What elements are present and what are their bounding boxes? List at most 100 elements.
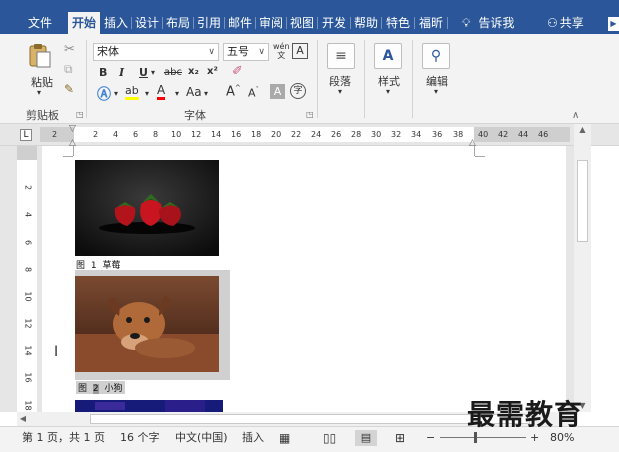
tab-view[interactable]: 视图	[288, 12, 316, 34]
margin-corner-mark	[475, 156, 485, 157]
vruler-tick: 10	[23, 291, 33, 302]
italic-button[interactable]: I	[119, 66, 124, 79]
grow-font-button[interactable]: A^	[226, 84, 241, 99]
chevron-down-icon[interactable]: ▾	[145, 89, 149, 98]
clipboard-launcher-icon[interactable]: ◳	[76, 111, 84, 119]
chevron-down-icon[interactable]: ∨	[258, 44, 265, 60]
first-line-indent-handle[interactable]: ▽	[69, 124, 76, 134]
chevron-down-icon[interactable]: ▾	[175, 89, 179, 98]
collapse-ribbon-icon[interactable]: ∧	[572, 110, 579, 121]
ruler-tick: 34	[411, 130, 422, 139]
vertical-scroll-thumb[interactable]	[577, 160, 588, 242]
tab-featured[interactable]: 特色	[383, 12, 413, 34]
ruler-tick: 8	[153, 130, 159, 139]
read-mode-icon[interactable]: ▯▯	[323, 430, 336, 446]
font-group-label: 字体	[184, 109, 206, 122]
ruler-tick: 24	[311, 130, 322, 139]
tab-separator	[317, 17, 318, 29]
paste-button[interactable]: 粘贴	[28, 74, 56, 90]
strawberry-image[interactable]	[75, 160, 219, 256]
tab-developer[interactable]: 开发	[319, 12, 349, 34]
figure-caption-2[interactable]: 图 2 小狗	[76, 381, 125, 394]
tab-design[interactable]: 设计	[133, 12, 161, 34]
vruler-tick: 12	[23, 318, 33, 329]
tab-insert[interactable]: 插入	[102, 12, 130, 34]
chevron-down-icon[interactable]: ▾	[204, 89, 208, 98]
paragraph-icon[interactable]: ≡	[327, 43, 355, 69]
word-count-status[interactable]: 16 个字	[120, 430, 160, 446]
ruler-tick: 42	[498, 130, 509, 139]
chevron-down-icon[interactable]: ▾	[37, 88, 41, 97]
tab-separator	[131, 17, 132, 29]
ruler-tick: 32	[391, 130, 402, 139]
strikethrough-button[interactable]: abc	[164, 67, 182, 78]
font-name-box[interactable]: 宋体 ∨	[93, 43, 219, 61]
underline-button[interactable]: U	[139, 66, 148, 79]
phonetic-guide-icon[interactable]: wén 文	[273, 42, 290, 60]
ruler-tick: 16	[231, 130, 242, 139]
chevron-down-icon[interactable]: ▾	[114, 89, 118, 98]
zoom-out-button[interactable]: −	[426, 430, 435, 446]
page-count-status[interactable]: 第 1 页，共 1 页	[22, 430, 105, 446]
macro-record-icon[interactable]: ▦	[279, 430, 290, 446]
ruler-tick: 26	[331, 130, 342, 139]
third-image-partial[interactable]	[75, 400, 223, 412]
format-painter-icon[interactable]: ✎	[64, 82, 74, 96]
bold-button[interactable]: B	[99, 66, 107, 79]
ruler-tick: 46	[538, 130, 549, 139]
vruler-tick: 18	[23, 400, 33, 411]
chevron-down-icon[interactable]: ∨	[208, 44, 215, 60]
font-color-icon[interactable]: A	[157, 84, 166, 100]
scroll-up-icon[interactable]: ▲	[574, 124, 591, 136]
print-layout-icon[interactable]: ▤	[355, 430, 377, 446]
chevron-down-icon[interactable]: ▾	[434, 87, 438, 96]
caption-text: 小狗	[104, 384, 123, 394]
superscript-button[interactable]: x²	[207, 66, 218, 77]
tab-layout[interactable]: 布局	[164, 12, 192, 34]
group-divider	[364, 40, 365, 118]
scroll-left-icon[interactable]: ◀	[17, 412, 29, 426]
cut-icon[interactable]: ✂	[64, 42, 75, 57]
tab-file[interactable]: 文件	[20, 12, 60, 34]
zoom-slider-track[interactable]	[440, 437, 526, 438]
font-launcher-icon[interactable]: ◳	[306, 111, 314, 119]
tab-mailings[interactable]: 邮件	[226, 12, 254, 34]
copy-icon[interactable]: ⧉	[64, 62, 73, 77]
highlight-icon[interactable]: ab	[125, 84, 139, 100]
change-case-button[interactable]: Aa	[186, 85, 202, 99]
subscript-button[interactable]: x₂	[188, 66, 199, 77]
font-size-box[interactable]: 五号 ∨	[223, 43, 269, 61]
tab-separator	[162, 17, 163, 29]
tab-review[interactable]: 审阅	[257, 12, 285, 34]
share-button[interactable]: ⚇ 共享	[547, 12, 584, 34]
character-shading-icon[interactable]: A	[270, 84, 285, 99]
tell-me-search[interactable]: 💡︎ 告诉我	[462, 12, 514, 34]
paste-icon[interactable]	[26, 42, 54, 70]
tab-scroll-right-icon[interactable]: ▶	[608, 17, 619, 31]
shrink-font-button[interactable]: Aˇ	[248, 86, 259, 100]
chevron-down-icon[interactable]: ▾	[338, 87, 342, 96]
tab-references[interactable]: 引用	[195, 12, 223, 34]
tab-foxit[interactable]: 福昕	[416, 12, 446, 34]
chevron-down-icon[interactable]: ▾	[151, 68, 155, 77]
horizontal-scroll-thumb[interactable]	[90, 414, 530, 424]
language-status[interactable]: 中文(中国)	[175, 430, 228, 446]
watermark-logo: 最需教育	[467, 398, 584, 431]
ruler-tick: 10	[171, 130, 182, 139]
ruler-tick: 12	[191, 130, 202, 139]
web-layout-icon[interactable]: ⊞	[395, 430, 405, 446]
zoom-slider-thumb[interactable]	[474, 432, 477, 443]
character-border-icon[interactable]: A	[292, 43, 308, 59]
search-icon[interactable]: ⚲	[422, 43, 450, 69]
tab-selector-icon[interactable]: L	[20, 129, 32, 141]
text-effects-icon[interactable]: Ⓐ	[97, 84, 111, 104]
margin-corner-mark	[63, 156, 73, 157]
tab-home[interactable]: 开始	[68, 12, 100, 34]
chevron-down-icon[interactable]: ▾	[386, 87, 390, 96]
dog-image[interactable]	[75, 276, 219, 372]
tab-help[interactable]: 帮助	[352, 12, 380, 34]
clear-formatting-icon[interactable]: ✐	[232, 64, 243, 79]
enclose-characters-icon[interactable]: 字	[290, 83, 306, 99]
insert-mode-status[interactable]: 插入	[242, 430, 264, 446]
styles-icon[interactable]: A	[374, 43, 402, 69]
